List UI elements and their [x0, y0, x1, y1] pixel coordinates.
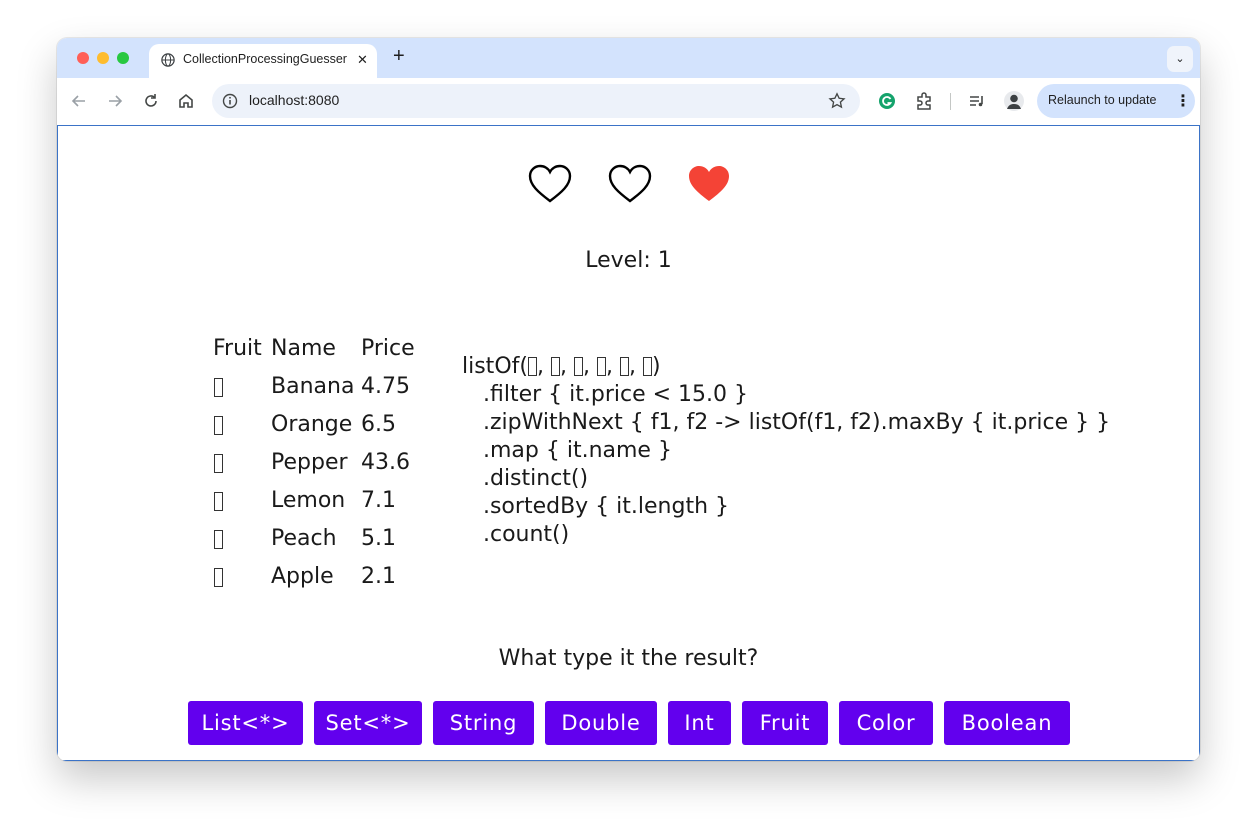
code-separator: ,: [605, 354, 620, 379]
column-header-price: Price: [361, 336, 415, 361]
relaunch-to-update-button[interactable]: Relaunch to update ⋮: [1037, 84, 1195, 118]
question-text: What type it the result?: [498, 646, 759, 671]
code-fruit-emoji-icon: [596, 357, 606, 376]
browser-toolbar: localhost:8080 Relaunch to update ⋮: [57, 78, 1200, 125]
fruit-name: Peach: [271, 526, 337, 551]
answer-button-double[interactable]: Double: [545, 701, 657, 745]
fruit-name: Banana: [271, 374, 355, 399]
code-snippet: listOf(, , , , , ) .filter { it.price < …: [462, 353, 1110, 549]
fruit-emoji-icon: [214, 416, 223, 435]
code-close-paren: ): [651, 354, 661, 379]
code-fruit-emoji-list: , , , , ,: [527, 354, 652, 379]
new-tab-button[interactable]: +: [393, 46, 405, 66]
tab-search-button[interactable]: ⌄: [1167, 46, 1193, 72]
fruit-emoji-icon: [214, 492, 223, 511]
code-separator: ,: [628, 354, 643, 379]
fruit-name: Apple: [271, 564, 334, 589]
browser-tab[interactable]: CollectionProcessingGuesser ✕: [149, 44, 377, 78]
answer-buttons: List<*> Set<*> String Double Int Fruit C…: [58, 701, 1199, 745]
globe-icon: [161, 53, 175, 67]
code-line-4: .distinct(): [462, 466, 589, 491]
code-line-1: .filter { it.price < 15.0 }: [462, 382, 749, 407]
browser-window: CollectionProcessingGuesser ✕ + ⌄ localh…: [57, 38, 1200, 761]
fruit-name: Pepper: [271, 450, 348, 475]
extensions-icon[interactable]: [914, 91, 934, 111]
code-fruit-emoji-icon: [550, 357, 560, 376]
fruit-emoji-icon: [214, 454, 223, 473]
home-icon[interactable]: [176, 91, 196, 111]
code-line-5: .sortedBy { it.length }: [462, 494, 730, 519]
forward-arrow-icon[interactable]: [105, 91, 125, 111]
heart-filled-icon: [689, 166, 729, 201]
fruit-price: 2.1: [361, 564, 396, 589]
answer-button-string[interactable]: String: [433, 701, 534, 745]
answer-button-boolean[interactable]: Boolean: [944, 701, 1070, 745]
relaunch-label: Relaunch to update: [1048, 93, 1157, 107]
answer-button-fruit[interactable]: Fruit: [742, 701, 828, 745]
toolbar-divider: [950, 93, 951, 110]
code-line-0: listOf(, , , , , ): [462, 353, 1110, 381]
back-arrow-icon[interactable]: [69, 91, 89, 111]
code-fruit-emoji-icon: [573, 357, 583, 376]
fruit-price: 43.6: [361, 450, 410, 475]
fruit-price: 7.1: [361, 488, 396, 513]
close-window-button[interactable]: [77, 52, 89, 64]
fruit-price: 6.5: [361, 412, 396, 437]
code-fruit-emoji-icon: [619, 357, 629, 376]
profile-avatar-icon[interactable]: [1003, 90, 1025, 112]
fruit-name: Lemon: [271, 488, 346, 513]
column-header-name: Name: [271, 336, 336, 361]
code-fruit-emoji-icon: [527, 357, 537, 376]
close-tab-icon[interactable]: ✕: [357, 52, 368, 68]
answer-button-list[interactable]: List<*>: [188, 701, 303, 745]
page-viewport: Level: 1 Fruit Name Price Banana 4.75 Or…: [57, 125, 1200, 761]
fruit-price: 5.1: [361, 526, 396, 551]
heart-empty-icon: [608, 164, 652, 203]
tab-title: CollectionProcessingGuesser: [183, 52, 347, 66]
code-separator: ,: [582, 354, 597, 379]
media-control-icon[interactable]: [967, 91, 987, 111]
level-indicator: Level: 1: [585, 248, 672, 273]
site-info-icon[interactable]: [222, 93, 238, 109]
column-header-fruit: Fruit: [213, 336, 262, 361]
url-text[interactable]: localhost:8080: [249, 92, 339, 108]
heart-empty-icon: [528, 164, 572, 203]
fruit-emoji-icon: [214, 378, 223, 397]
code-line-6: .count(): [462, 522, 570, 547]
code-fruit-emoji-icon: [642, 357, 652, 376]
grammarly-icon[interactable]: [877, 91, 897, 111]
lives-display: [58, 164, 1199, 210]
maximize-window-button[interactable]: [117, 52, 129, 64]
code-separator: ,: [559, 354, 574, 379]
answer-button-int[interactable]: Int: [668, 701, 731, 745]
answer-button-set[interactable]: Set<*>: [314, 701, 422, 745]
code-line-2: .zipWithNext { f1, f2 -> listOf(f1, f2).…: [462, 410, 1111, 435]
fruit-price: 4.75: [361, 374, 410, 399]
reload-icon[interactable]: [141, 91, 161, 111]
fruit-name: Orange: [271, 412, 353, 437]
more-menu-icon[interactable]: ⋮: [1175, 91, 1191, 111]
title-bar: CollectionProcessingGuesser ✕ + ⌄: [57, 38, 1200, 78]
minimize-window-button[interactable]: [97, 52, 109, 64]
answer-button-color[interactable]: Color: [839, 701, 933, 745]
code-line-3: .map { it.name }: [462, 438, 672, 463]
fruit-emoji-icon: [214, 530, 223, 549]
code-list-of: listOf(: [462, 354, 528, 379]
bookmark-star-icon[interactable]: [828, 92, 846, 110]
code-separator: ,: [536, 354, 551, 379]
address-bar[interactable]: localhost:8080: [212, 84, 860, 118]
fruit-emoji-icon: [214, 568, 223, 587]
